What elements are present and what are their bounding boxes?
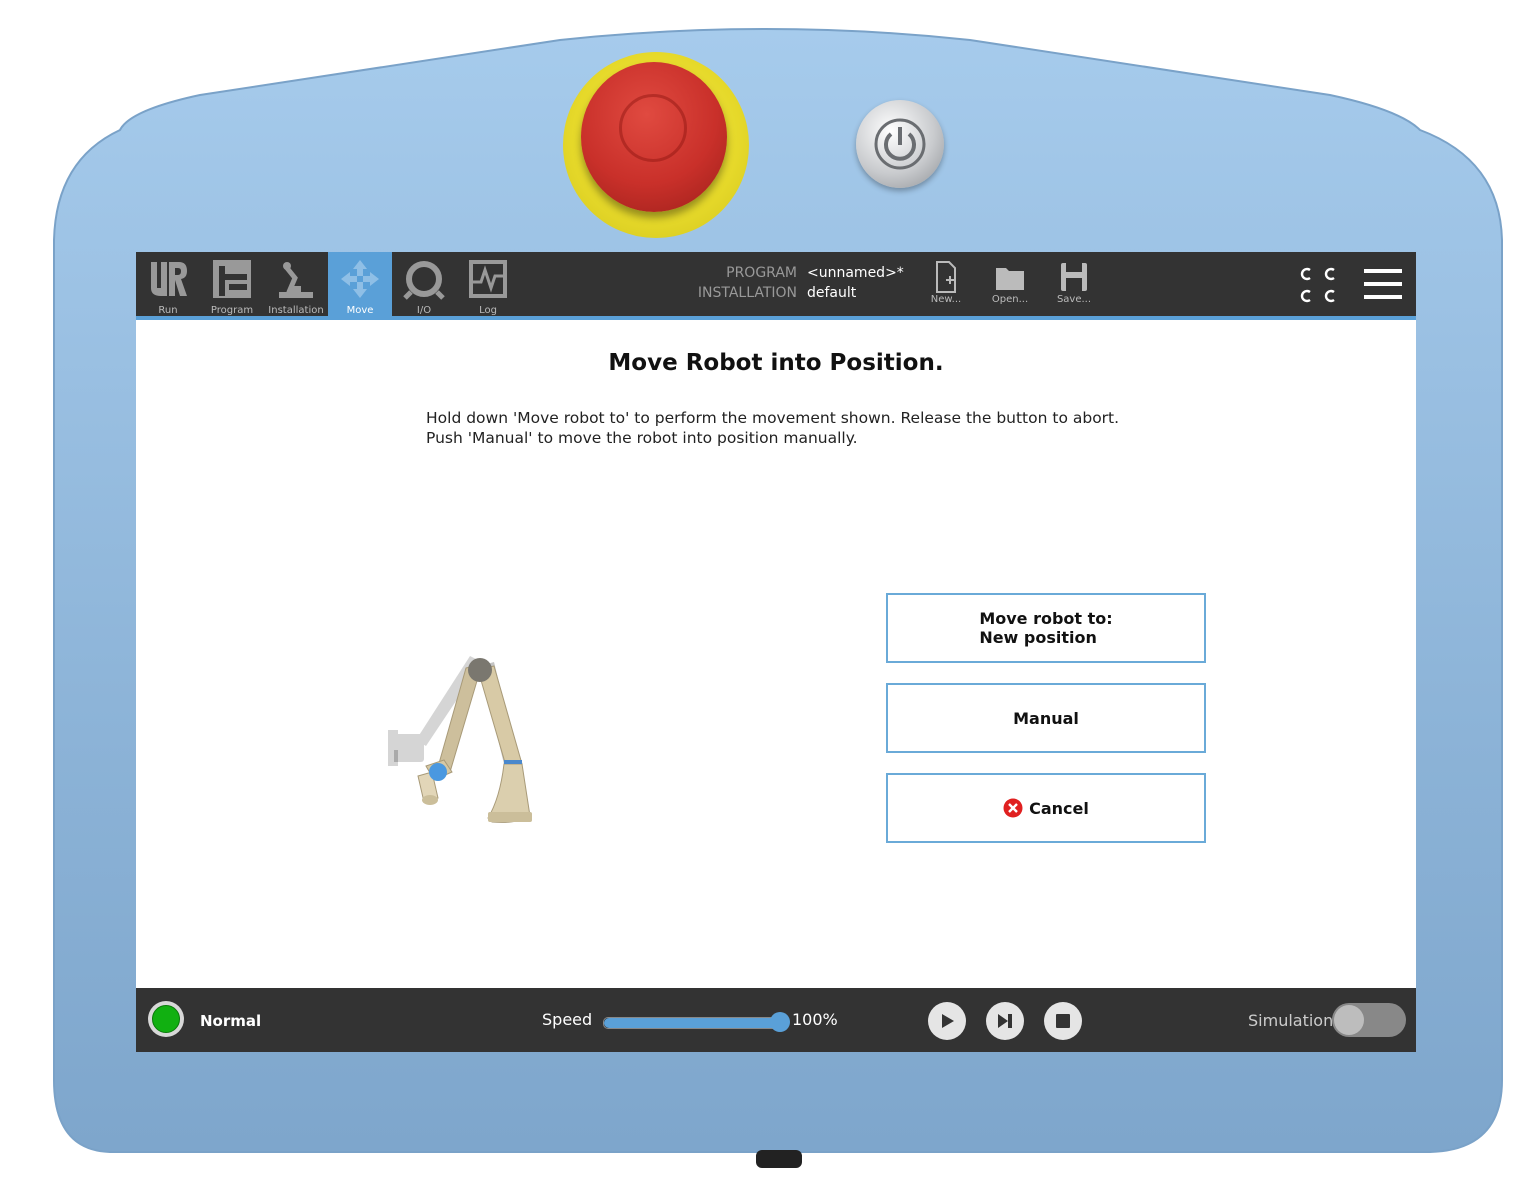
program-icon [213, 260, 251, 298]
status-ok-icon [152, 1005, 180, 1033]
robot-arm-preview [388, 656, 532, 823]
move-robot-to-button[interactable]: Move robot to: New position [886, 593, 1206, 663]
program-label: PROGRAM [726, 265, 797, 281]
move-robot-to-text: Move robot to: New position [979, 609, 1112, 647]
manual-button[interactable]: Manual [886, 683, 1206, 753]
manual-button-label: Manual [1013, 708, 1079, 728]
program-name: <unnamed>* [807, 265, 904, 281]
new-program-button[interactable]: New... [921, 258, 971, 314]
move-robot-to-line-2: New position [979, 628, 1097, 647]
tab-program-label: Program [210, 305, 254, 316]
tab-installation-label: Installation [268, 305, 324, 316]
emergency-stop-button[interactable] [563, 52, 749, 238]
save-program-button[interactable]: Save... [1049, 258, 1099, 314]
new-button-label: New... [930, 294, 962, 305]
stop-button[interactable] [1044, 1002, 1082, 1040]
hamburger-menu-icon[interactable] [1364, 268, 1402, 300]
cancel-button-label: Cancel [1029, 798, 1089, 818]
speed-slider[interactable] [603, 1012, 790, 1032]
step-forward-icon [998, 1014, 1012, 1028]
step-button[interactable] [986, 1002, 1024, 1040]
play-icon [942, 1014, 954, 1028]
power-button[interactable] [856, 100, 944, 188]
dialog-title: Move Robot into Position. [608, 350, 944, 376]
tab-installation[interactable]: Installation [264, 252, 328, 316]
speed-value: 100% [792, 1010, 838, 1029]
tab-run[interactable]: Run [136, 252, 200, 316]
emergency-stop-cap [581, 62, 727, 212]
tab-io[interactable]: I/O [392, 252, 456, 316]
open-program-button[interactable]: Open... [985, 258, 1035, 314]
power-icon [874, 118, 926, 170]
installation-name: default [807, 285, 857, 301]
bottom-bar: Normal Speed 100% Simulation [136, 988, 1416, 1052]
tab-log[interactable]: Log [456, 252, 520, 316]
tab-io-label: I/O [416, 305, 432, 316]
stop-icon [1056, 1014, 1070, 1028]
speed-slider-knob[interactable] [770, 1012, 790, 1032]
installation-label: INSTALLATION [697, 285, 797, 301]
cc-icon[interactable] [1298, 264, 1338, 304]
save-icon [1061, 263, 1087, 291]
cancel-button[interactable]: Cancel [886, 773, 1206, 843]
top-bar-accent-line [136, 316, 1416, 320]
move-arrows-icon [341, 260, 379, 298]
tab-program[interactable]: Program [200, 252, 264, 316]
simulation-toggle-knob [1334, 1005, 1364, 1035]
folder-icon [996, 268, 1024, 290]
io-icon [403, 261, 445, 300]
ur-logo-icon [151, 262, 187, 296]
tab-run-label: Run [158, 305, 178, 316]
tab-move-label: Move [346, 305, 374, 316]
cancel-icon [1003, 798, 1023, 818]
speed-label: Speed [542, 1010, 593, 1029]
open-button-label: Open... [991, 294, 1029, 305]
move-robot-to-line-1: Move robot to: [979, 609, 1113, 628]
new-file-icon [936, 261, 956, 293]
speed-slider-fill [604, 1018, 780, 1028]
simulation-label: Simulation [1248, 1011, 1334, 1030]
robot-status-text: Normal [200, 1012, 262, 1030]
play-button[interactable] [928, 1002, 966, 1040]
save-button-label: Save... [1056, 294, 1092, 305]
robot-status-indicator[interactable] [148, 1001, 184, 1037]
log-icon [469, 260, 507, 298]
instruction-line-2: Push 'Manual' to move the robot into pos… [426, 429, 858, 447]
top-bar: Run Program Installation Move I/O Log PR… [136, 252, 1416, 316]
dialog-instructions: Hold down 'Move robot to' to perform the… [426, 408, 1119, 448]
tab-move[interactable]: Move [328, 252, 392, 316]
screen: Run Program Installation Move I/O Log PR… [136, 252, 1416, 1052]
robot-arm-icon [279, 262, 313, 298]
emergency-stop-ring [619, 94, 687, 162]
instruction-line-1: Hold down 'Move robot to' to perform the… [426, 409, 1120, 427]
tab-log-label: Log [479, 305, 497, 316]
simulation-toggle[interactable] [1332, 1003, 1406, 1037]
